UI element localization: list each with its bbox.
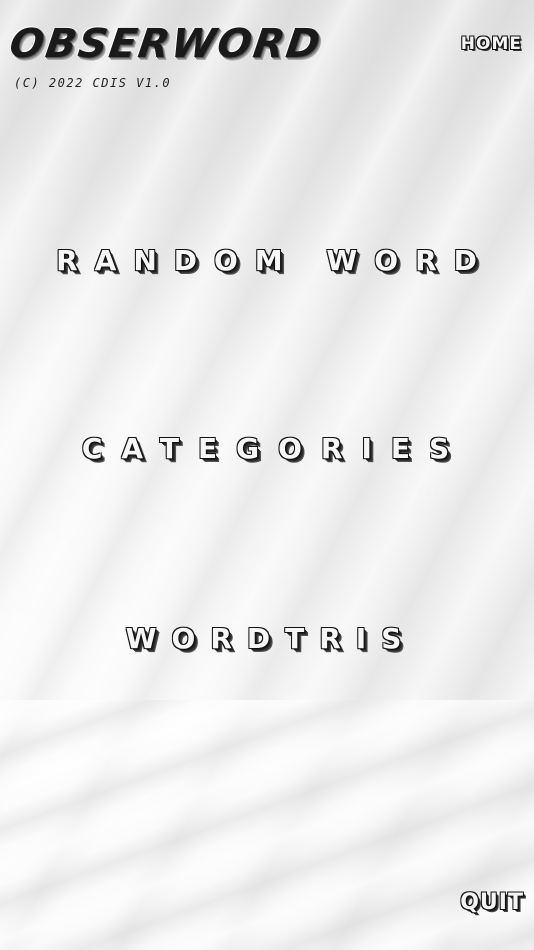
home-button[interactable]: HOME	[461, 34, 522, 54]
random-word-button[interactable]: RANDOM WORD	[0, 244, 534, 277]
game-screen: OBSERWORD (C) 2022 CDIS V1.0 HOME RANDOM…	[0, 0, 534, 950]
wordtris-button[interactable]: WORDTRIS	[0, 622, 534, 655]
categories-button[interactable]: CATEGORIES	[0, 432, 534, 465]
floor-reflection	[0, 700, 534, 950]
copyright-text: (C) 2022 CDIS V1.0	[14, 76, 172, 90]
quit-button[interactable]: QUIT	[460, 890, 524, 915]
app-logo: OBSERWORD	[6, 21, 325, 67]
